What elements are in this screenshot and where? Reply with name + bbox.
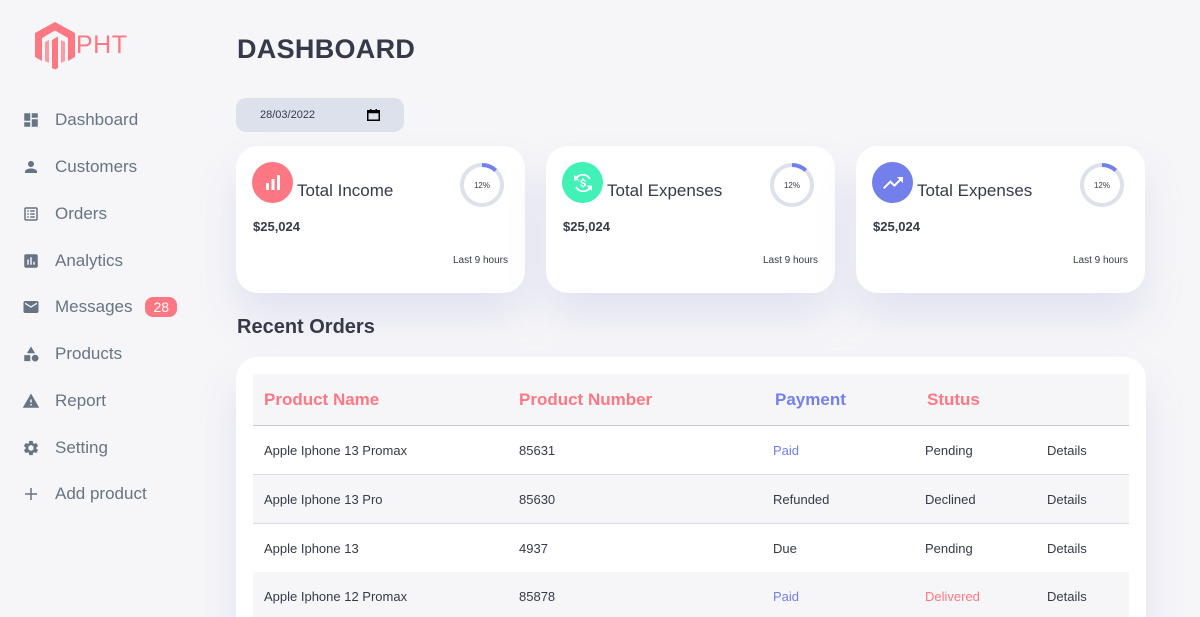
logo-icon bbox=[35, 22, 75, 70]
category-icon bbox=[22, 345, 40, 363]
gear-icon bbox=[22, 439, 40, 457]
sidebar-item-messages[interactable]: Messages 28 bbox=[22, 294, 178, 320]
cell-product-name: Apple Iphone 13 bbox=[264, 541, 359, 556]
details-link[interactable]: Details bbox=[1047, 541, 1087, 556]
dashboard-icon bbox=[22, 111, 40, 129]
receipt-icon bbox=[22, 205, 40, 223]
card-amount: $25,024 bbox=[253, 219, 300, 234]
column-header-status: Stutus bbox=[927, 390, 980, 409]
recent-orders-title: Recent Orders bbox=[237, 316, 375, 338]
progress-percent: 12% bbox=[783, 180, 800, 190]
calendar-icon[interactable] bbox=[367, 109, 380, 121]
table-row: Apple Iphone 13 Promax 85631 Paid Pendin… bbox=[253, 426, 1129, 475]
sidebar-item-setting[interactable]: Setting bbox=[22, 435, 108, 461]
card-footer: Last 9 hours bbox=[762, 255, 818, 266]
details-link[interactable]: Details bbox=[1047, 492, 1087, 507]
sidebar-item-label: Customers bbox=[55, 157, 138, 176]
sidebar-item-label: Products bbox=[55, 344, 123, 363]
cell-product-number: 4937 bbox=[519, 541, 548, 556]
card-label: Total Expenses bbox=[917, 181, 1033, 200]
date-value: 28/03/2022 bbox=[260, 109, 316, 121]
warning-icon bbox=[22, 392, 40, 410]
cell-product-number: 85631 bbox=[519, 443, 556, 458]
cell-status: Pending bbox=[925, 541, 973, 556]
table-row: Apple Iphone 12 Promax 85878 Paid Delive… bbox=[253, 572, 1129, 617]
sidebar-item-label: Report bbox=[55, 391, 107, 410]
expenses-card-2: Total Expenses $25,024 12% Last 9 hours bbox=[856, 146, 1145, 293]
income-card: Total Income $25,024 12% Last 9 hours bbox=[236, 146, 525, 293]
sidebar-item-label: Orders bbox=[55, 204, 107, 223]
cell-status: Pending bbox=[925, 443, 973, 458]
sidebar-item-label: Analytics bbox=[55, 251, 124, 270]
column-header-product-name: Product Name bbox=[264, 390, 380, 409]
progress-percent: 12% bbox=[473, 180, 490, 190]
expenses-card: Total Expenses $25,024 12% Last 9 hours bbox=[546, 146, 835, 293]
bar-chart-icon bbox=[252, 162, 293, 203]
page-title: DASHBOARD bbox=[237, 34, 416, 64]
sidebar-item-analytics[interactable]: Analytics bbox=[22, 248, 123, 274]
card-amount: $25,024 bbox=[873, 219, 920, 234]
brand-name: PHT bbox=[76, 30, 128, 59]
card-footer: Last 9 hours bbox=[452, 255, 508, 266]
card-footer: Last 9 hours bbox=[1072, 255, 1128, 266]
sidebar-item-dashboard[interactable]: Dashboard bbox=[22, 107, 138, 133]
table-row: Apple Iphone 13 Pro 85630 Refunded Decli… bbox=[253, 475, 1129, 524]
message-count-badge: 28 bbox=[145, 297, 178, 317]
sidebar-item-label: Messages bbox=[55, 297, 133, 316]
sidebar-item-report[interactable]: Report bbox=[22, 388, 106, 414]
date-input[interactable]: 28/03/2022 bbox=[236, 98, 404, 132]
plus-icon bbox=[22, 485, 40, 503]
cell-status: Declined bbox=[925, 492, 976, 507]
cell-payment: Paid bbox=[773, 589, 800, 604]
sidebar-item-add-product[interactable]: Add product bbox=[22, 481, 147, 507]
details-link[interactable]: Details bbox=[1047, 589, 1087, 604]
sidebar-item-products[interactable]: Products bbox=[22, 341, 122, 367]
cell-product-number: 85878 bbox=[519, 589, 556, 604]
details-link[interactable]: Details bbox=[1047, 443, 1087, 458]
table-header: Product Name Product Number Payment Stut… bbox=[253, 374, 1129, 426]
column-header-product-number: Product Number bbox=[519, 390, 653, 409]
sidebar-item-label: Add product bbox=[55, 484, 147, 503]
card-amount: $25,024 bbox=[563, 219, 610, 234]
table-row: Apple Iphone 13 4937 Due Pending Details bbox=[253, 524, 1129, 573]
column-header-payment: Payment bbox=[775, 390, 846, 409]
sidebar-item-label: Dashboard bbox=[55, 110, 139, 129]
insights-icon bbox=[22, 252, 40, 270]
trending-up-icon bbox=[872, 162, 913, 203]
sidebar-item-orders[interactable]: Orders bbox=[22, 201, 107, 227]
sidebar: PHT Dashboard Customers Orders Analytics… bbox=[0, 0, 200, 617]
progress-percent: 12% bbox=[1093, 180, 1110, 190]
cell-product-name: Apple Iphone 13 Promax bbox=[264, 443, 408, 458]
cell-status: Delivered bbox=[925, 589, 980, 604]
cell-payment: Paid bbox=[773, 443, 800, 458]
logo[interactable]: PHT bbox=[32, 20, 128, 70]
cell-payment: Due bbox=[773, 541, 797, 556]
recent-orders-table: Product Name Product Number Payment Stut… bbox=[236, 357, 1146, 617]
cell-payment: Refunded bbox=[773, 492, 830, 507]
currency-exchange-icon bbox=[562, 162, 603, 203]
cell-product-name: Apple Iphone 12 Promax bbox=[264, 589, 408, 604]
cell-product-name: Apple Iphone 13 Pro bbox=[264, 492, 383, 507]
sidebar-item-label: Setting bbox=[55, 438, 108, 457]
card-label: Total Expenses bbox=[607, 181, 723, 200]
mail-icon bbox=[22, 298, 40, 316]
card-label: Total Income bbox=[297, 181, 394, 200]
cell-product-number: 85630 bbox=[519, 492, 556, 507]
person-icon bbox=[22, 158, 40, 176]
sidebar-item-customers[interactable]: Customers bbox=[22, 154, 137, 180]
